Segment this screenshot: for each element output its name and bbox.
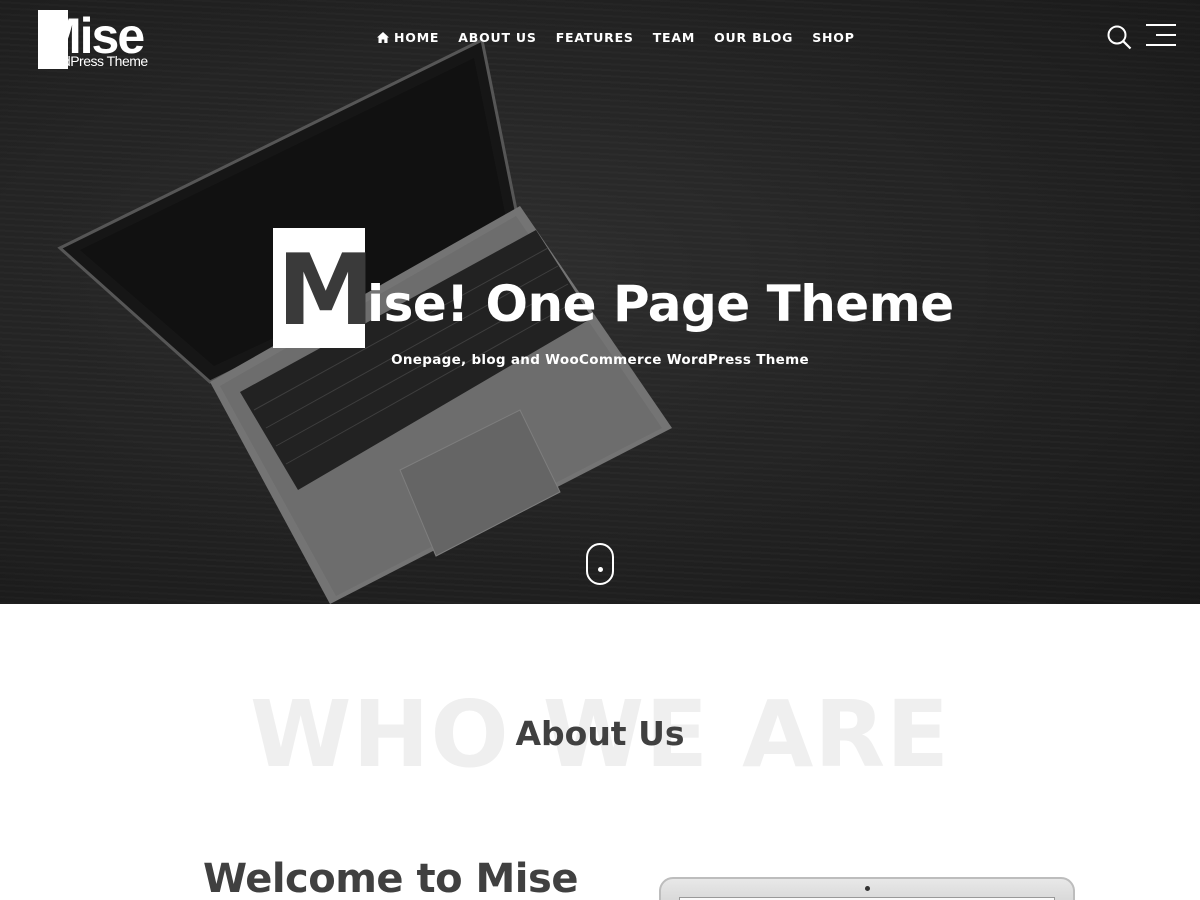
welcome-heading: Welcome to Mise <box>203 856 578 900</box>
nav-item-team[interactable]: TEAM <box>653 30 695 45</box>
hero-title-initial: M <box>277 234 375 348</box>
hero-title-initial-box: M <box>273 228 375 348</box>
nav-item-home[interactable]: HOME <box>377 30 439 45</box>
hero-title: M ise! One Page Theme <box>273 228 954 348</box>
nav-item-label: FEATURES <box>555 30 634 45</box>
site-logo[interactable]: Mise WordPress Theme <box>38 8 168 70</box>
menu-button[interactable] <box>1146 23 1176 47</box>
home-icon <box>377 32 389 43</box>
nav-item-about-us[interactable]: ABOUT US <box>458 30 536 45</box>
camera-dot <box>865 886 870 891</box>
nav-item-features[interactable]: FEATURES <box>556 30 634 45</box>
section-title: About Us <box>515 714 685 753</box>
mouse-scroll-icon[interactable] <box>586 543 614 585</box>
hamburger-menu-icon <box>1146 24 1176 46</box>
nav-item-label: HOME <box>394 30 440 45</box>
main-navigation: HOME ABOUT US FEATURES TEAM OUR BLOG SHO… <box>377 30 855 45</box>
search-button[interactable] <box>1106 24 1132 50</box>
hero-subtitle: Onepage, blog and WooCommerce WordPress … <box>391 352 809 368</box>
nav-item-shop[interactable]: SHOP <box>812 30 854 45</box>
search-icon <box>1107 25 1132 50</box>
nav-item-label: ABOUT US <box>458 30 537 45</box>
laptop-device-image <box>659 877 1075 900</box>
nav-item-label: SHOP <box>812 30 855 45</box>
hero-section: Mise WordPress Theme HOME ABOUT US FEATU… <box>0 0 1200 604</box>
nav-item-label: TEAM <box>652 30 696 45</box>
nav-item-label: OUR BLOG <box>714 30 794 45</box>
logo-subtitle: WordPress Theme <box>39 53 148 69</box>
nav-item-our-blog[interactable]: OUR BLOG <box>714 30 793 45</box>
hero-title-text: ise! One Page Theme <box>367 275 954 333</box>
mouse-scroll-dot <box>598 567 603 572</box>
